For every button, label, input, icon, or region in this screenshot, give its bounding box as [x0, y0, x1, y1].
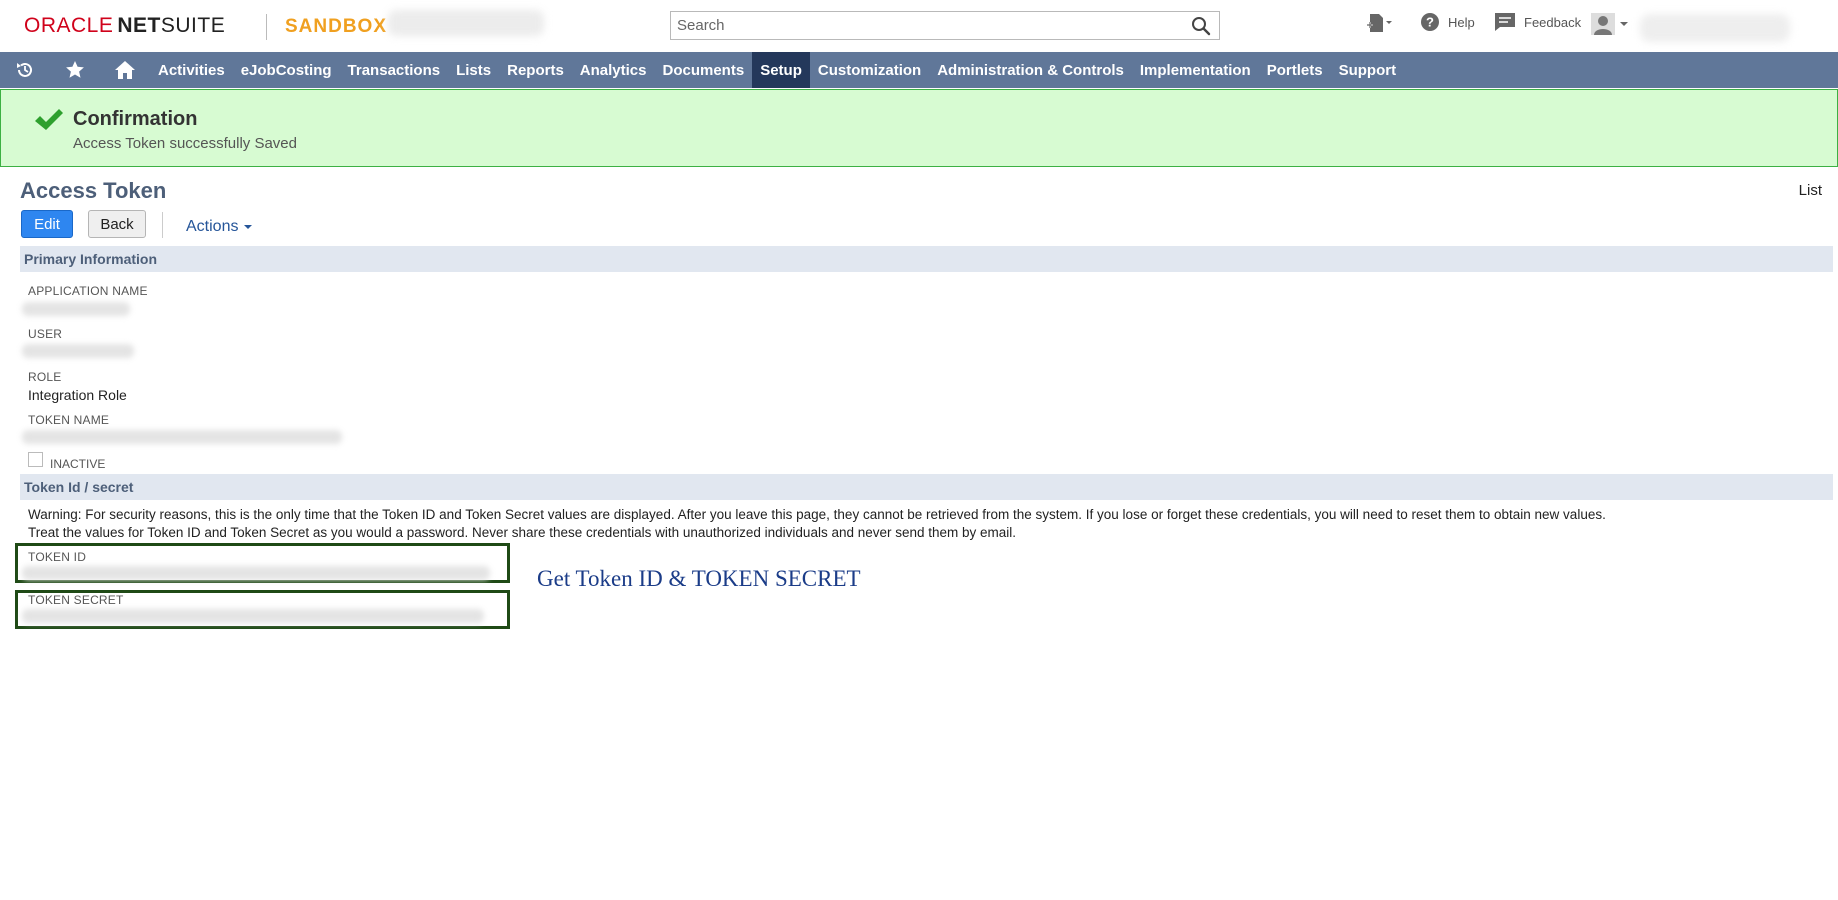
help-label: Help: [1448, 14, 1475, 30]
inactive-checkbox[interactable]: [28, 452, 43, 467]
token-name-label: TOKEN NAME: [28, 413, 110, 427]
actions-label: Actions: [186, 218, 239, 235]
nav-customization[interactable]: Customization: [810, 52, 929, 88]
search-icon[interactable]: [1191, 16, 1211, 36]
logo-netsuite-text: NETSUITE: [117, 14, 225, 37]
page-title: Access Token: [20, 178, 167, 203]
role-label: ROLE: [28, 370, 62, 384]
security-warning: Warning: For security reasons, this is t…: [28, 506, 1788, 542]
token-id-value-redacted[interactable]: [22, 566, 490, 580]
nav-portlets[interactable]: Portlets: [1259, 52, 1331, 88]
recent-records-button[interactable]: [0, 52, 50, 88]
section-token-id-secret[interactable]: Token Id / secret: [20, 474, 1833, 500]
edit-button[interactable]: Edit: [21, 210, 73, 238]
feedback-label: Feedback: [1524, 14, 1582, 30]
caret-down-icon: [243, 225, 252, 229]
user-label: USER: [28, 327, 63, 341]
warning-line-2: Treat the values for Token ID and Token …: [28, 525, 1017, 540]
help-icon: ?: [1421, 13, 1439, 31]
star-icon: [66, 61, 84, 78]
nav-administration-controls[interactable]: Administration & Controls: [929, 52, 1132, 88]
nav-analytics[interactable]: Analytics: [572, 52, 655, 88]
nav-activities[interactable]: Activities: [150, 52, 233, 88]
help-link[interactable]: ? Help: [1420, 12, 1475, 32]
sandbox-badge: SANDBOX: [285, 16, 388, 37]
netsuite-logo[interactable]: ORACLE NETSUITE: [24, 14, 225, 38]
recent-documents-menu[interactable]: [1366, 12, 1394, 34]
logo-suite-text: SUITE: [160, 14, 226, 37]
toolbar-divider: [162, 212, 163, 238]
search-input[interactable]: [671, 12, 1183, 39]
token-name-value-redacted: [22, 430, 342, 444]
confirmation-title: Confirmation: [73, 108, 198, 130]
nav-documents[interactable]: Documents: [655, 52, 753, 88]
list-link[interactable]: List: [1799, 182, 1822, 199]
global-search[interactable]: [670, 11, 1220, 40]
nav-lists[interactable]: Lists: [448, 52, 499, 88]
nav-support[interactable]: Support: [1331, 52, 1405, 88]
account-name-redacted: [388, 10, 544, 36]
feedback-icon: [1495, 13, 1515, 31]
section-primary-information[interactable]: Primary Information: [20, 246, 1833, 272]
main-navigation: Activities eJobCosting Transactions List…: [0, 52, 1838, 88]
favorites-button[interactable]: [50, 52, 100, 88]
logo-net-text: NET: [117, 14, 161, 37]
nav-transactions[interactable]: Transactions: [340, 52, 449, 88]
token-id-label: TOKEN ID: [28, 550, 87, 564]
user-name-redacted: [1640, 14, 1790, 42]
logo-oracle-text: ORACLE: [24, 14, 114, 37]
inactive-label: INACTIVE: [50, 457, 106, 471]
user-value-redacted: [22, 344, 134, 358]
role-value[interactable]: Integration Role: [28, 387, 127, 403]
token-secret-label: TOKEN SECRET: [28, 593, 124, 607]
home-icon: [115, 61, 135, 79]
user-avatar-icon: [1591, 13, 1628, 35]
nav-setup[interactable]: Setup: [752, 52, 810, 88]
svg-text:?: ?: [1426, 15, 1434, 30]
history-icon: [17, 62, 32, 77]
nav-reports[interactable]: Reports: [499, 52, 572, 88]
home-button[interactable]: [100, 52, 150, 88]
confirmation-banner: Confirmation Access Token successfully S…: [0, 89, 1838, 167]
warning-line-1: Warning: For security reasons, this is t…: [28, 507, 1606, 522]
back-button[interactable]: Back: [88, 210, 146, 238]
feedback-link[interactable]: Feedback: [1494, 12, 1581, 32]
user-menu[interactable]: [1590, 12, 1630, 36]
nav-ejobcosting[interactable]: eJobCosting: [233, 52, 340, 88]
application-name-label: APPLICATION NAME: [28, 284, 148, 298]
confirmation-message: Access Token successfully Saved: [73, 135, 297, 152]
application-name-value-redacted: [22, 302, 130, 316]
global-header: ORACLENETSUITE SANDBOX ? Help Feedback: [0, 0, 1838, 52]
checkmark-icon: [35, 109, 63, 130]
document-add-icon: [1367, 14, 1392, 32]
token-annotation-text: Get Token ID & TOKEN SECRET: [537, 566, 861, 591]
logo-divider: [266, 14, 267, 40]
nav-implementation[interactable]: Implementation: [1132, 52, 1259, 88]
token-secret-value-redacted[interactable]: [22, 609, 484, 623]
actions-menu[interactable]: Actions: [186, 218, 253, 236]
